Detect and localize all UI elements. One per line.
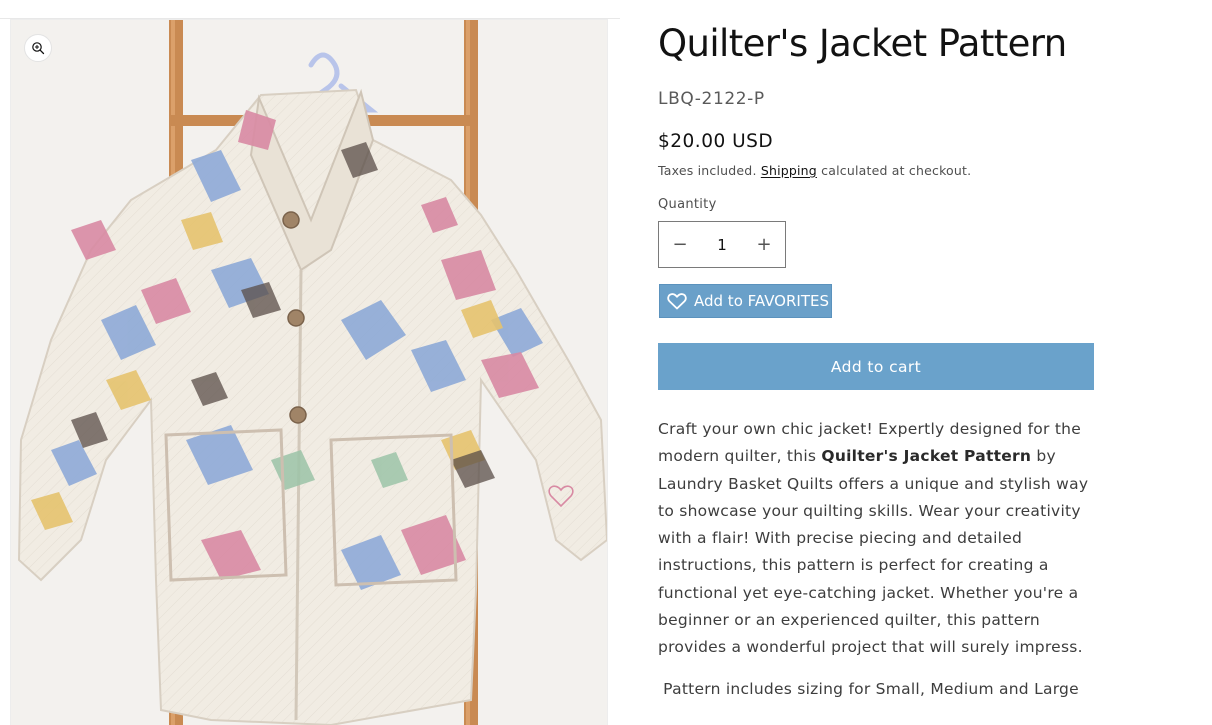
quantity-stepper: − + (658, 221, 786, 268)
jacket-button (289, 406, 307, 424)
quantity-decrease-button[interactable]: − (659, 222, 701, 267)
product-image-gallery[interactable] (10, 19, 608, 725)
jacket-button (282, 211, 300, 229)
description-text-2: by Laundry Basket Quilts offers a unique… (658, 447, 1089, 657)
product-title: Quilter's Jacket Pattern (658, 22, 1067, 65)
tax-note-suffix: calculated at checkout. (821, 163, 972, 178)
product-description: Craft your own chic jacket! Expertly des… (658, 416, 1094, 662)
shipping-link[interactable]: Shipping (761, 163, 817, 178)
description-product-name: Quilter's Jacket Pattern (821, 447, 1032, 466)
add-to-favorites-label: Add to FAVORITES (694, 292, 829, 310)
quantity-label: Quantity (658, 197, 717, 212)
jacket-button (287, 309, 305, 327)
add-to-favorites-button[interactable]: Add to FAVORITES (659, 284, 832, 318)
zoom-button[interactable] (24, 34, 52, 62)
heart-icon (667, 291, 687, 311)
product-image (11, 20, 607, 725)
add-to-cart-button[interactable]: Add to cart (658, 343, 1094, 390)
product-sku: LBQ-2122-P (658, 89, 765, 109)
tax-note-prefix: Taxes included. (658, 163, 757, 178)
zoom-in-icon (31, 41, 45, 55)
tax-note: Taxes included. Shipping calculated at c… (658, 163, 971, 178)
sizes-note: Pattern includes sizing for Small, Mediu… (658, 680, 1079, 698)
quantity-increase-button[interactable]: + (743, 222, 785, 267)
product-price: $20.00 USD (658, 131, 774, 152)
quantity-input[interactable] (702, 235, 742, 254)
